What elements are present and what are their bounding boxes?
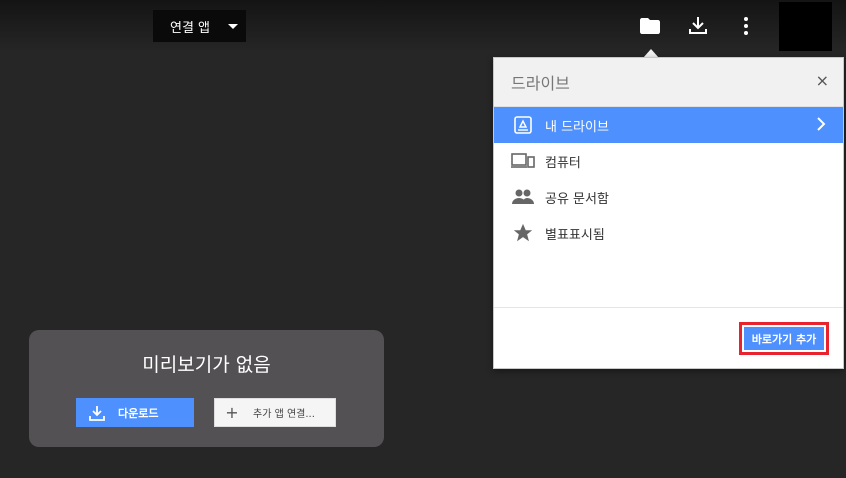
nav-item-my-drive[interactable]: 내 드라이브 (494, 107, 843, 143)
no-preview-message: 미리보기가 없음 (142, 354, 271, 376)
add-shortcut-button[interactable]: 바로가기 추가 (744, 327, 824, 350)
more-vert-icon[interactable] (734, 14, 758, 38)
drive-picker-panel: 드라이브 × 내 드라이브 컴퓨터 공유 문서함 별표표시됨 바로가기 추가 (493, 57, 844, 369)
nav-item-shared[interactable]: 공유 문서함 (494, 179, 843, 215)
caret-down-icon (228, 24, 238, 29)
star-icon (511, 221, 535, 245)
nav-item-label: 내 드라이브 (545, 119, 609, 135)
highlight-box: 바로가기 추가 (739, 322, 829, 355)
nav-item-label: 컴퓨터 (545, 155, 581, 171)
nav-item-starred[interactable]: 별표표시됨 (494, 215, 843, 251)
download-icon[interactable] (686, 14, 710, 38)
no-preview-card: 미리보기가 없음 다운로드 + 추가 앱 연결... (29, 330, 384, 447)
connect-apps-label: 추가 앱 연결... (253, 409, 315, 420)
open-with-button[interactable]: 연결 앱 (153, 10, 246, 42)
account-avatar[interactable] (779, 2, 832, 51)
close-icon[interactable]: × (816, 72, 829, 90)
folder-icon[interactable] (638, 14, 662, 38)
panel-footer: 바로가기 추가 (494, 307, 843, 369)
nav-item-computers[interactable]: 컴퓨터 (494, 143, 843, 179)
plus-icon: + (225, 403, 239, 422)
download-label: 다운로드 (118, 406, 159, 420)
download-button[interactable]: 다운로드 (76, 398, 194, 427)
open-with-label: 연결 앱 (170, 20, 211, 36)
my-drive-icon (511, 113, 535, 137)
nav-item-label: 공유 문서함 (545, 191, 609, 207)
chevron-right-icon (811, 114, 831, 134)
panel-title: 드라이브 (511, 74, 570, 93)
computer-icon (511, 149, 535, 173)
shared-people-icon (511, 185, 535, 209)
panel-header: 드라이브 × (494, 58, 843, 107)
nav-item-label: 별표표시됨 (545, 227, 605, 243)
viewer-toolbar: 연결 앱 (0, 0, 846, 52)
connect-apps-button[interactable]: + 추가 앱 연결... (214, 398, 336, 427)
download-icon (88, 404, 106, 422)
